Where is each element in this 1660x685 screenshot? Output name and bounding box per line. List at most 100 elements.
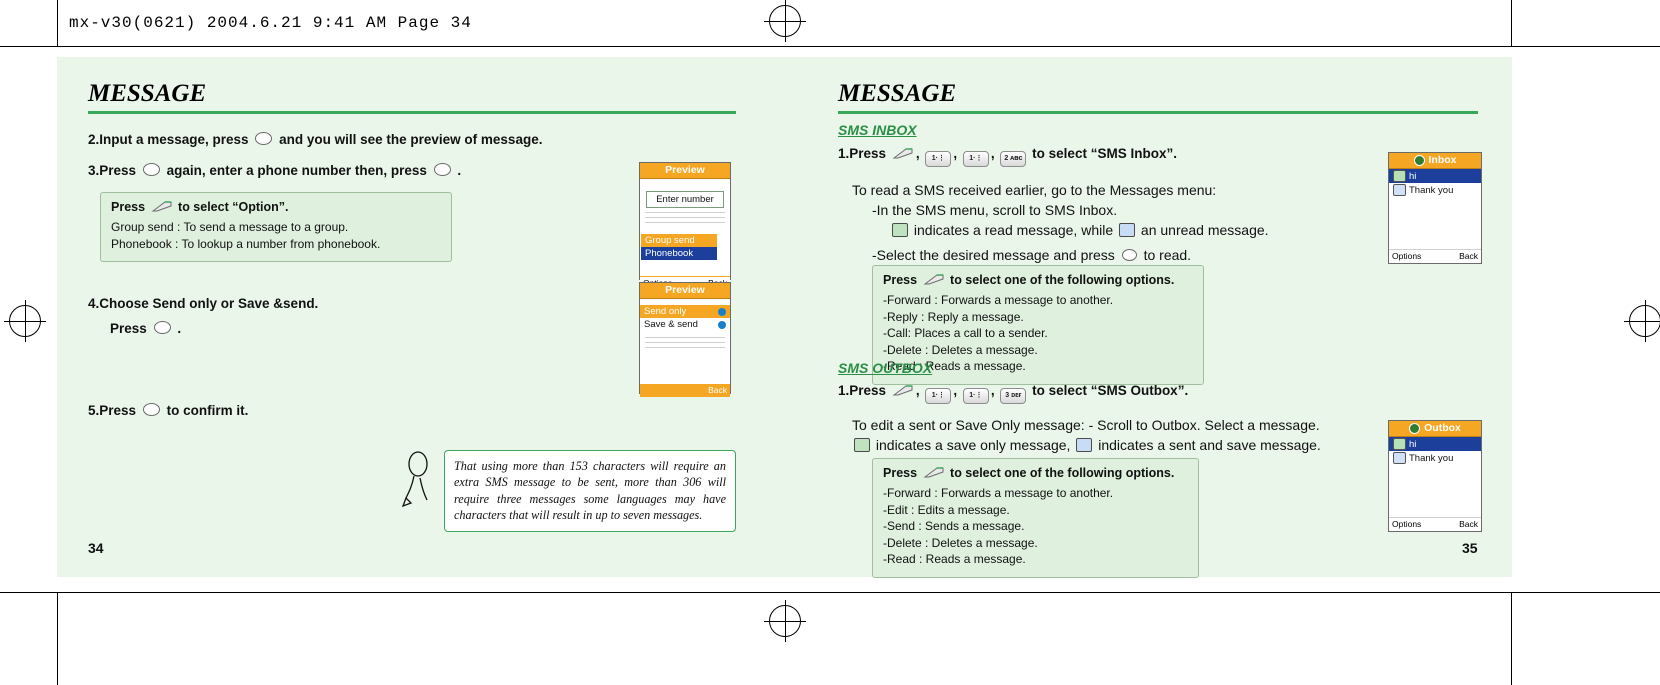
left-title-rule (88, 111, 736, 114)
option-press-label: Press (111, 200, 146, 214)
pencil-note-icon (401, 451, 428, 508)
phone-screen-preview-2: Preview Send only Save & send Back (639, 282, 731, 397)
inbox-option-line: -Call: Places a call to a sender. (883, 326, 1048, 341)
inbox-right-softkey[interactable]: Back (1459, 250, 1478, 262)
step-3-after: . (457, 163, 462, 178)
registration-mark-left (4, 300, 46, 342)
right-title-rule (838, 111, 1478, 114)
crop-mark-left-bottom (57, 592, 58, 685)
outbox-phone-title: Outbox (1424, 422, 1461, 434)
phone2-save-and-send[interactable]: Save & send (644, 319, 698, 330)
inbox-read-text: indicates a read message, while (913, 222, 1114, 238)
inbox-body-line-1: To read a SMS received earlier, go to th… (852, 182, 1217, 198)
inbox-unread-text: an unread message. (1140, 222, 1269, 238)
outbox-left-softkey[interactable]: Options (1392, 518, 1421, 530)
status-icon (1409, 423, 1421, 434)
unread-message-icon (1393, 184, 1406, 196)
option-callout-header: Press to select “Option”. (111, 200, 441, 214)
inbox-body-line-3: indicates a read message, while an unrea… (890, 220, 1450, 240)
phone-screen-preview-1: Preview Enter number Group send Phoneboo… (639, 162, 731, 289)
step-4-line1: 4.Choose Send only or Save &send. (88, 296, 319, 311)
step-5-after: to confirm it. (166, 403, 249, 418)
crop-line-top (0, 46, 1660, 47)
inbox-step-1: 1.Press , 1·⋮, 1·⋮, 2 ᴀᴃᴄ to select “SMS… (838, 144, 1177, 167)
outbox-option-line: -Send : Sends a message. (883, 519, 1025, 534)
inbox-option-line: -Forward : Forwards a message to another… (883, 293, 1114, 307)
outbox-options-press: Press (883, 466, 918, 480)
save-only-message-icon (854, 438, 870, 452)
step-4-line2: Press . (110, 319, 181, 339)
inbox-row-1[interactable]: hi (1409, 171, 1416, 182)
ok-key-icon (153, 321, 171, 334)
send-key-icon (892, 385, 913, 396)
sms-inbox-heading: SMS INBOX (838, 122, 917, 138)
left-page-title-block: MESSAGE (88, 80, 736, 114)
inbox-phone-title: Inbox (1428, 154, 1457, 166)
status-icon (1413, 155, 1425, 166)
send-key-icon (151, 201, 172, 212)
inbox-options-suffix: to select one of the following options. (950, 273, 1175, 287)
manual-page-spread: mx-v30(0621) 2004.6.21 9:41 AM Page 34 M… (0, 0, 1660, 685)
outbox-option-line: -Forward : Forwards a message to another… (883, 486, 1114, 500)
outbox-saveonly-text: indicates a save only message, (875, 437, 1071, 453)
phone2-right-softkey[interactable]: Back (708, 384, 727, 397)
send-key-icon (923, 467, 944, 478)
phone2-title: Preview (640, 283, 730, 299)
key-1-icon: 1·⋮ (962, 388, 989, 404)
sent-and-save-message-icon (1393, 452, 1406, 464)
outbox-body-line-1: To edit a sent or Save Only message: - S… (852, 417, 1320, 433)
option-line: Phonebook : To lookup a number from phon… (111, 236, 381, 251)
outbox-options-suffix: to select one of the following options. (950, 466, 1175, 480)
key-1-icon: 1·⋮ (925, 388, 952, 404)
outbox-sent-text: indicates a sent and save message. (1098, 437, 1321, 453)
outbox-step-1: 1.Press , 1·⋮, 1·⋮, 3 ᴅᴇғ to select “SMS… (838, 381, 1188, 404)
inbox-options-header: Press to select one of the following opt… (883, 273, 1193, 287)
outbox-option-line: -Delete : Deletes a message. (883, 535, 1038, 550)
step-3-mid: again, enter a phone number then, press (166, 163, 427, 178)
ok-key-icon (142, 163, 160, 176)
step-3-before: 3.Press (88, 163, 137, 178)
crop-line-bottom (0, 592, 1660, 593)
inbox-read-suffix: to read. (1143, 247, 1192, 263)
outbox-options-box: Press to select one of the following opt… (872, 458, 1199, 578)
read-message-icon (892, 223, 908, 237)
phone-screen-outbox: Outbox hi Thank you Options Back (1388, 420, 1482, 532)
inbox-left-softkey[interactable]: Options (1392, 250, 1421, 262)
inbox-options-press: Press (883, 273, 918, 287)
ok-key-icon (1121, 249, 1137, 261)
send-key-icon (923, 274, 944, 285)
outbox-step-suffix: to select “SMS Outbox”. (1032, 383, 1189, 398)
right-page-number: 35 (1462, 540, 1478, 556)
inbox-step-suffix: to select “SMS Inbox”. (1032, 146, 1177, 161)
phone1-group-send: Group send (641, 234, 717, 247)
step-2: 2.Input a message, press and you will se… (88, 130, 648, 150)
phone1-phonebook: Phonebook (641, 247, 717, 260)
phone2-send-only[interactable]: Send only (644, 306, 686, 317)
step-4-press: Press (110, 321, 147, 336)
key-1-icon: 1·⋮ (925, 151, 952, 167)
phone1-title: Preview (640, 163, 730, 179)
outbox-right-softkey[interactable]: Back (1459, 518, 1478, 530)
send-key-icon (892, 148, 913, 159)
inbox-body-line-4: -Select the desired message and press to… (872, 245, 1432, 265)
step-5-before: 5.Press (88, 403, 137, 418)
key-1-icon: 1·⋮ (962, 151, 989, 167)
right-page-title-block: MESSAGE (838, 80, 1478, 114)
outbox-row-2[interactable]: Thank you (1409, 453, 1453, 464)
step-2-before: 2.Input a message, press (88, 132, 249, 147)
left-page-title: MESSAGE (88, 80, 207, 107)
inbox-step-prefix: 1.Press (838, 146, 887, 161)
outbox-options-header: Press to select one of the following opt… (883, 466, 1188, 480)
key-2-icon: 2 ᴀᴃᴄ (1000, 151, 1027, 167)
outbox-row-1[interactable]: hi (1409, 439, 1416, 450)
read-message-icon (1393, 170, 1406, 182)
sms-outbox-heading: SMS OUTBOX (838, 360, 933, 376)
inbox-select-text: -Select the desired message and press (872, 247, 1115, 263)
radio-selected-icon (718, 307, 726, 316)
inbox-row-2[interactable]: Thank you (1409, 185, 1453, 196)
ok-key-icon (142, 403, 160, 416)
step-2-after: and you will see the preview of message. (279, 132, 543, 147)
outbox-body-line-2: indicates a save only message, indicates… (852, 435, 1472, 455)
outbox-option-line: -Read : Reads a message. (883, 552, 1026, 567)
phone1-enter-number: Enter number (646, 191, 724, 208)
